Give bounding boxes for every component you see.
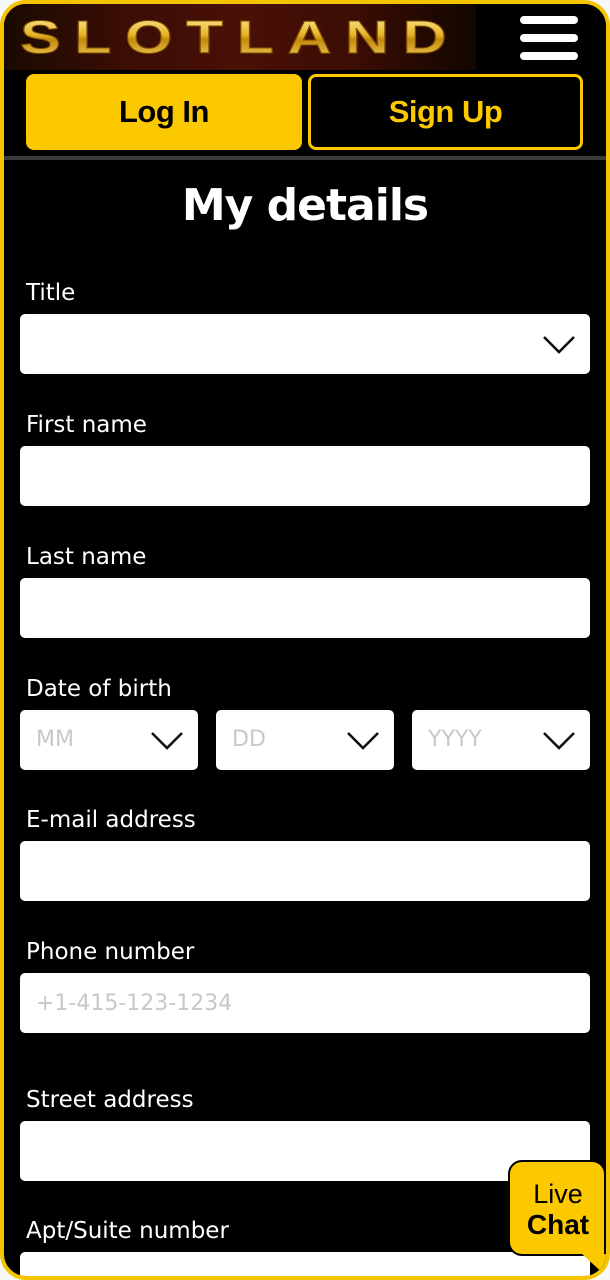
logo-text: SLOTLAND bbox=[20, 11, 460, 63]
last-name-label: Last name bbox=[26, 544, 147, 570]
dob-day-placeholder: DD bbox=[232, 727, 266, 752]
apt-suite-label: Apt/Suite number bbox=[26, 1218, 229, 1244]
dob-month-placeholder: MM bbox=[36, 727, 74, 752]
chevron-down-icon bbox=[347, 732, 379, 750]
phone-input[interactable] bbox=[20, 973, 590, 1033]
hamburger-menu-icon[interactable] bbox=[516, 12, 582, 64]
live-chat-line2: Chat bbox=[526, 1209, 590, 1240]
divider bbox=[4, 156, 606, 160]
signup-button[interactable]: Sign Up bbox=[308, 74, 583, 150]
chevron-down-icon bbox=[151, 732, 183, 750]
app-frame: SLOTLAND Log In Sign Up My details Title… bbox=[0, 0, 610, 1280]
live-chat-button[interactable]: Live Chat bbox=[508, 1160, 606, 1256]
apt-suite-input[interactable] bbox=[20, 1252, 590, 1276]
page-title: My details bbox=[181, 180, 429, 231]
first-name-input[interactable] bbox=[20, 446, 590, 506]
title-label: Title bbox=[26, 280, 76, 306]
dob-year-select[interactable]: YYYY bbox=[412, 710, 590, 770]
chevron-down-icon bbox=[543, 336, 575, 354]
login-button[interactable]: Log In bbox=[26, 74, 302, 150]
header: SLOTLAND bbox=[4, 4, 606, 74]
menu-bar bbox=[520, 52, 578, 60]
auth-row: Log In Sign Up bbox=[4, 74, 606, 158]
menu-bar bbox=[520, 34, 578, 42]
first-name-label: First name bbox=[26, 412, 147, 438]
menu-bar bbox=[520, 16, 578, 24]
dob-month-select[interactable]: MM bbox=[20, 710, 198, 770]
live-chat-line1: Live bbox=[533, 1179, 583, 1209]
email-input[interactable] bbox=[20, 841, 590, 901]
title-select[interactable] bbox=[20, 314, 590, 374]
phone-label: Phone number bbox=[26, 939, 195, 965]
chat-bubble-tail bbox=[582, 1254, 606, 1276]
chevron-down-icon bbox=[543, 732, 575, 750]
street-address-input[interactable] bbox=[20, 1121, 590, 1181]
street-address-label: Street address bbox=[26, 1087, 194, 1113]
last-name-input[interactable] bbox=[20, 578, 590, 638]
slotland-logo[interactable]: SLOTLAND bbox=[4, 4, 476, 70]
email-label: E-mail address bbox=[26, 807, 196, 833]
dob-label: Date of birth bbox=[26, 676, 172, 702]
dob-year-placeholder: YYYY bbox=[428, 727, 482, 752]
dob-day-select[interactable]: DD bbox=[216, 710, 394, 770]
